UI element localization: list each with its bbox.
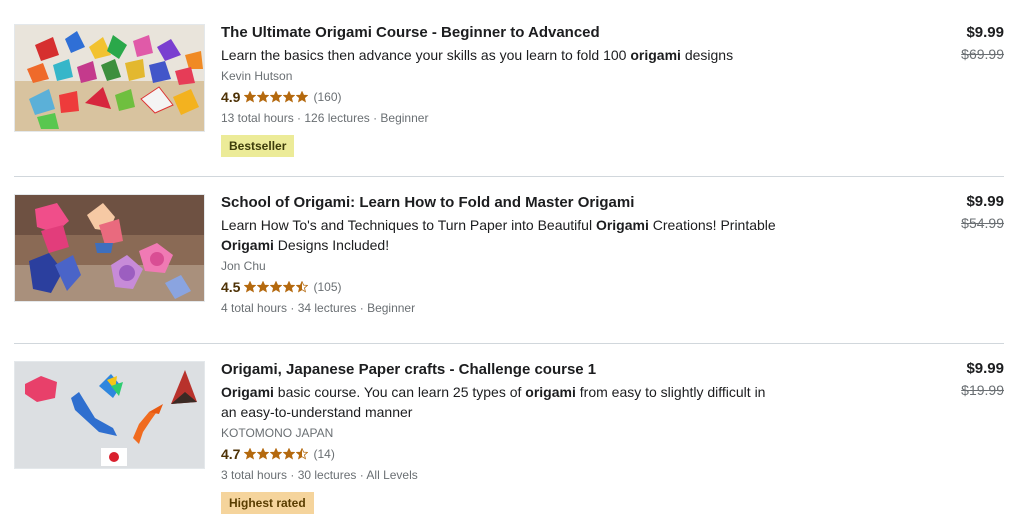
- course-author: Jon Chu: [221, 259, 266, 273]
- current-price: $9.99: [966, 193, 1004, 210]
- course-description: Learn How To's and Techniques to Turn Pa…: [221, 215, 781, 255]
- course-meta: 13 total hours · 126 lectures · Beginner: [221, 111, 429, 125]
- rating-row: 4.5 (105): [221, 278, 821, 296]
- rating-value: 4.9: [221, 89, 241, 105]
- course-info-3: Origami, Japanese Paper crafts - Challen…: [221, 360, 821, 514]
- keyword-highlight: Origami: [595, 217, 649, 233]
- star-full-icon: [270, 448, 283, 460]
- description-text: Designs Included!: [273, 237, 390, 253]
- star-rating: [244, 448, 309, 460]
- star-full-icon: [283, 281, 296, 293]
- description-text: Learn the basics then advance your skill…: [221, 47, 631, 63]
- description-text: designs: [680, 47, 734, 63]
- star-full-icon: [270, 281, 283, 293]
- star-full-icon: [257, 91, 270, 103]
- course-thumbnail-1[interactable]: [14, 24, 205, 132]
- star-full-icon: [283, 91, 296, 103]
- original-price: $69.99: [961, 46, 1004, 62]
- keyword-highlight: Origami: [221, 237, 274, 253]
- star-full-icon: [296, 91, 309, 103]
- course-title[interactable]: Origami, Japanese Paper crafts - Challen…: [221, 360, 821, 381]
- rating-row: 4.7 (14): [221, 445, 821, 463]
- course-price-1: $9.99 $69.99: [884, 23, 1004, 64]
- course-description: Learn the basics then advance your skill…: [221, 45, 781, 65]
- description-text: Learn How To's and Techniques to Turn Pa…: [221, 217, 596, 233]
- star-full-icon: [244, 448, 257, 460]
- original-price: $54.99: [961, 215, 1004, 231]
- keyword-highlight: origami: [525, 384, 576, 400]
- rating-count: (160): [313, 90, 342, 104]
- original-price: $19.99: [961, 382, 1004, 398]
- course-info-2: School of Origami: Learn How to Fold and…: [221, 193, 821, 316]
- star-full-icon: [244, 281, 257, 293]
- course-price-3: $9.99 $19.99: [884, 359, 1004, 400]
- star-full-icon: [257, 281, 270, 293]
- star-half-icon: [296, 448, 309, 460]
- origami-animals-image: [15, 362, 204, 468]
- course-description: Origami basic course. You can learn 25 t…: [221, 382, 781, 422]
- rating-row: 4.9 (160): [221, 88, 821, 106]
- star-half-icon: [296, 281, 309, 293]
- star-full-icon: [257, 448, 270, 460]
- origami-collection-image: [15, 25, 204, 131]
- star-rating: [244, 91, 309, 103]
- course-card-1[interactable]: The Ultimate Origami Course - Beginner t…: [14, 23, 1004, 177]
- rating-value: 4.7: [221, 446, 241, 462]
- course-info-1: The Ultimate Origami Course - Beginner t…: [221, 23, 821, 157]
- course-title[interactable]: School of Origami: Learn How to Fold and…: [221, 193, 821, 214]
- course-title[interactable]: The Ultimate Origami Course - Beginner t…: [221, 23, 821, 44]
- current-price: $9.99: [966, 24, 1004, 41]
- star-full-icon: [244, 91, 257, 103]
- course-card-3[interactable]: Origami, Japanese Paper crafts - Challen…: [14, 344, 1004, 526]
- course-price-2: $9.99 $54.99: [884, 192, 1004, 233]
- star-full-icon: [270, 91, 283, 103]
- rating-count: (14): [313, 447, 335, 461]
- origami-flowers-image: [15, 195, 204, 301]
- course-thumbnail-2[interactable]: [14, 194, 205, 302]
- highest-rated-badge: Highest rated: [221, 492, 314, 514]
- course-meta: 3 total hours · 30 lectures · All Levels: [221, 468, 418, 482]
- description-text: basic course. You can learn 25 types of: [273, 384, 526, 400]
- star-full-icon: [283, 448, 296, 460]
- star-rating: [244, 281, 309, 293]
- course-author: Kevin Hutson: [221, 69, 293, 83]
- description-text: Creations! Printable: [648, 217, 776, 233]
- bestseller-badge: Bestseller: [221, 135, 295, 157]
- course-thumbnail-3[interactable]: [14, 361, 205, 469]
- rating-count: (105): [313, 280, 342, 294]
- current-price: $9.99: [966, 360, 1004, 377]
- keyword-highlight: Origami: [221, 384, 274, 400]
- course-author: KOTOMONO JAPAN: [221, 426, 334, 440]
- course-card-2[interactable]: School of Origami: Learn How to Fold and…: [14, 177, 1004, 344]
- course-meta: 4 total hours · 34 lectures · Beginner: [221, 301, 416, 315]
- rating-value: 4.5: [221, 279, 241, 295]
- keyword-highlight: origami: [630, 47, 681, 63]
